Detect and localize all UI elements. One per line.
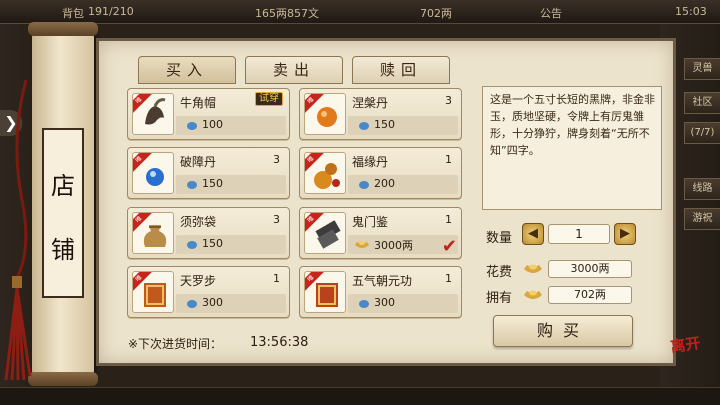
item-name: 福缘丹 [352,155,389,169]
shop-item-card[interactable]: 唯 鬼门鉴 1 3000两 ✔ [299,207,462,259]
item-icon-frame: 唯 [132,212,174,254]
owned-label: 拥有 [486,291,513,306]
owned-value: 702两 [548,286,632,304]
side-button-extra[interactable]: 游祝 [684,208,720,230]
item-price: 100 [202,118,223,131]
item-icon-frame: 唯 [132,152,174,194]
item-count: 1 [445,272,452,285]
money-display: 165两857文 [255,7,319,20]
coin-icon [187,241,197,249]
shop-title-char-2: 铺 [51,236,75,264]
ingot-display: 702两 [420,7,452,20]
quantity-field[interactable]: 1 [548,224,610,244]
side-button-community[interactable]: 社区 [684,92,720,114]
item-icon-frame: 唯 [304,152,346,194]
item-name: 天罗步 [180,274,217,288]
shop-title-panel: 店 铺 [42,128,84,298]
announcement-button[interactable]: 公告 [540,5,562,21]
shop-item-card[interactable]: 唯 五气朝元功 1 300 [299,266,462,318]
cost-value: 3000两 [548,260,632,278]
item-price: 300 [202,296,223,309]
roller-cap-top [28,22,98,36]
coin-icon [187,300,197,308]
item-count: 3 [273,213,280,226]
roller-cap-bottom [28,372,98,386]
shop-title-char-1: 店 [51,172,75,200]
cost-label: 花费 [486,265,513,280]
item-price: 200 [374,177,395,190]
side-button-route[interactable]: 线路 [684,178,720,200]
gold-ingot-icon [524,290,542,299]
leave-button[interactable]: 离开 [667,334,706,378]
item-count: 3 [445,94,452,107]
item-price: 300 [374,296,395,309]
coin-icon [187,122,197,130]
item-name: 破障丹 [180,155,217,169]
item-icon-frame: 唯 [132,271,174,313]
clock: 15:03 [675,5,707,18]
tab-buy[interactable]: 买入 [138,56,236,84]
item-price: 150 [202,177,223,190]
restock-label: ※下次进货时间： [128,337,223,351]
item-count: 1 [445,213,452,226]
shop-item-card[interactable]: 唯 天罗步 1 300 [127,266,290,318]
bottom-menu-bar [0,387,720,405]
tassel-decoration [4,80,32,380]
coin-icon [187,181,197,189]
scroll-roller: 店 铺 [28,22,98,386]
bag-label: 背包 [62,7,84,20]
item-count: 1 [445,153,452,166]
item-name: 鬼门鉴 [352,215,389,229]
item-name: 五气朝元功 [352,274,413,288]
item-name: 牛角帽 [180,96,217,110]
gold-ingot-icon [524,264,542,273]
item-icon-frame: 唯 [304,212,346,254]
item-price: 150 [374,118,395,131]
item-price: 150 [202,237,223,250]
restock-time: 13:56:38 [250,335,309,350]
quantity-label: 数量 [486,231,513,246]
buy-button[interactable]: 购买 [493,315,633,347]
coin-icon [359,122,369,130]
increase-button[interactable]: ▶ [614,223,636,245]
item-icon-frame: 唯 [304,271,346,313]
item-icon-frame: 唯 [304,93,346,135]
gold-ingot-icon [355,241,369,248]
item-count: 3 [273,153,280,166]
shop-item-card[interactable]: 唯 涅槃丹 3 150 [299,88,462,140]
shop-item-card[interactable]: 唯 须弥袋 3 150 [127,207,290,259]
tab-sell[interactable]: 卖出 [245,56,343,84]
shop-item-card[interactable]: 唯 牛角帽 试穿 100 [127,88,290,140]
decrease-button[interactable]: ◀ [522,223,544,245]
coin-icon [359,181,369,189]
bag-count: 191/210 [88,5,134,18]
coin-icon [359,300,369,308]
item-description: 这是一个五寸长短的黑牌，非金非玉，质地坚硬，令牌上有厉鬼雏形，十分狰狞，牌身刻着… [482,86,662,210]
side-button-counter[interactable]: (7/7) [684,122,720,144]
shop-item-card[interactable]: 唯 福缘丹 1 200 [299,147,462,199]
tab-redeem[interactable]: 赎回 [352,56,450,84]
selected-check-icon: ✔ [441,236,457,257]
shop-item-card[interactable]: 唯 破障丹 3 150 [127,147,290,199]
item-count: 1 [273,272,280,285]
item-name: 须弥袋 [180,215,217,229]
try-on-button[interactable]: 试穿 [255,92,283,106]
item-name: 涅槃丹 [352,96,389,110]
side-button-pet[interactable]: 灵兽 [684,58,720,80]
top-status-bar: 背包 191/210 165两857文 702两 公告 15:03 [0,0,720,24]
item-icon-frame: 唯 [132,93,174,135]
item-price: 3000两 [374,239,413,252]
